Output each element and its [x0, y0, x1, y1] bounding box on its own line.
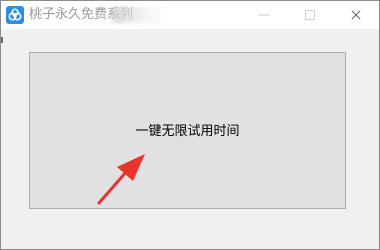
maximize-icon [305, 10, 315, 20]
close-button[interactable] [333, 1, 379, 29]
window-edge-mark [1, 37, 3, 43]
red-arrow-icon [97, 154, 145, 205]
unlimited-trial-button[interactable]: 一键无限试用时间 [29, 52, 346, 209]
title-blur-overlay [113, 7, 169, 23]
minimize-icon [259, 14, 269, 16]
close-icon [351, 10, 361, 20]
app-window: 桃子永久免费系列 一键无限试用时间 [0, 0, 380, 250]
title-bar[interactable]: 桃子永久免费系列 [1, 1, 379, 29]
maximize-button[interactable] [287, 1, 333, 29]
unlimited-trial-label: 一键无限试用时间 [135, 124, 240, 139]
cloud-icon [6, 6, 24, 24]
minimize-button[interactable] [241, 1, 287, 29]
